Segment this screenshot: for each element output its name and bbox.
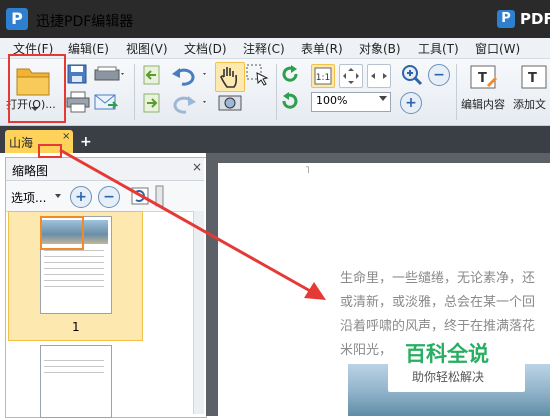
annotation-arrow (59, 148, 326, 300)
